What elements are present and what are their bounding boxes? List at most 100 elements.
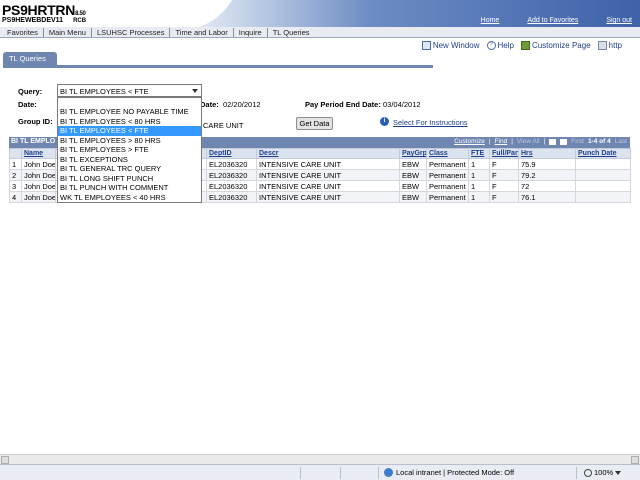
dropdown-option[interactable]: BI TL EMPLOYEES > FTE: [58, 145, 201, 155]
help-label: Help: [497, 41, 514, 50]
col-header-rownum: [9, 148, 22, 159]
cell-fte: 1: [468, 191, 490, 203]
http-icon: [597, 41, 607, 50]
db-name-text: PS9HEWEBDEV11: [2, 17, 64, 24]
page-toolbar: New Window ? Help Customize Page http: [421, 41, 622, 50]
grid-customize-link[interactable]: Customize: [454, 138, 485, 145]
cell-fullpart: F: [489, 180, 519, 192]
download-icon[interactable]: [549, 138, 557, 145]
help-link[interactable]: ? Help: [486, 41, 514, 50]
breadcrumb: Favorites Main Menu LSUHSC Processes Tim…: [0, 27, 640, 38]
cell-hrs: 79.2: [518, 169, 576, 181]
customize-icon: [520, 41, 530, 50]
menu-time-and-labor[interactable]: Time and Labor: [170, 27, 234, 37]
horizontal-scrollbar[interactable]: [0, 454, 640, 464]
cell-deptid: EL2036320: [206, 191, 257, 203]
dropdown-option[interactable]: BI TL PUNCH WITH COMMENT: [58, 183, 201, 193]
grid-find-link[interactable]: Find: [495, 138, 508, 145]
cell-fullpart: F: [489, 158, 519, 170]
cell-class: Permanent: [426, 191, 469, 203]
cell-name: John Doe: [21, 158, 56, 170]
grid-view-all-link[interactable]: View All: [517, 138, 540, 145]
scroll-right-icon[interactable]: [631, 456, 639, 464]
col-header-punch-date[interactable]: Punch Date: [575, 148, 631, 159]
grid-view-icon[interactable]: [560, 138, 568, 145]
menu-tl-queries[interactable]: TL Queries: [268, 28, 315, 37]
chevron-down-icon[interactable]: [192, 89, 198, 93]
cell-name: John Doe: [21, 180, 56, 192]
chevron-down-icon: [615, 470, 622, 475]
dropdown-option[interactable]: BI TL LONG SHIFT PUNCH: [58, 174, 201, 184]
cell-deptid: EL2036320: [206, 180, 257, 192]
security-zone[interactable]: Local intranet | Protected Mode: Off: [384, 468, 514, 477]
grid-row-range: 1-4 of 4: [587, 138, 611, 145]
query-select[interactable]: BI TL EMPLOYEES < FTE: [57, 84, 202, 97]
customize-page-link[interactable]: Customize Page: [520, 41, 591, 50]
begin-date-label: Date:: [200, 100, 219, 109]
col-header-class[interactable]: Class: [426, 148, 469, 159]
col-header-paygrp[interactable]: PayGrp: [399, 148, 427, 159]
cell-paygrp: EBW: [399, 180, 427, 192]
new-window-link[interactable]: New Window: [421, 41, 480, 50]
home-link[interactable]: Home: [481, 17, 500, 24]
begin-date-value: 02/20/2012: [223, 100, 261, 109]
sign-out-link[interactable]: Sign out: [606, 17, 632, 24]
col-header-name[interactable]: Name: [21, 148, 56, 159]
zoom-icon: [584, 468, 592, 477]
grid-last-link[interactable]: Last: [615, 138, 627, 145]
date-label: Date:: [18, 100, 37, 109]
dropdown-option[interactable]: BI TL EMPLOYEES > 80 HRS: [58, 136, 201, 146]
col-header-descr[interactable]: Descr: [256, 148, 400, 159]
cell-name: John Doe: [21, 169, 56, 181]
col-header-fte[interactable]: FTE: [468, 148, 490, 159]
query-dropdown-list: BI TL EMPLOYEE NO PAYABLE TIME BI TL EMP…: [57, 97, 202, 203]
new-window-icon: [421, 41, 431, 50]
menu-inquire[interactable]: Inquire: [234, 27, 268, 37]
user-id: RCB: [73, 18, 87, 24]
menu-main-menu[interactable]: Main Menu: [44, 27, 92, 37]
grid-navigation: Customize | Find | View All | First 1-4 …: [454, 138, 627, 145]
zoom-level: 100%: [594, 468, 614, 477]
dropdown-option[interactable]: BI TL EXCEPTIONS: [58, 155, 201, 165]
grid-first-link[interactable]: First: [571, 138, 584, 145]
cell-rownum: 1: [9, 158, 22, 170]
query-label: Query:: [18, 87, 43, 96]
dropdown-option[interactable]: BI TL EMPLOYEE NO PAYABLE TIME: [58, 107, 201, 117]
cell-deptid: EL2036320: [206, 169, 257, 181]
dropdown-option[interactable]: BI TL GENERAL TRC QUERY: [58, 164, 201, 174]
cell-fullpart: F: [489, 191, 519, 203]
dropdown-option-selected[interactable]: BI TL EMPLOYEES < FTE: [58, 126, 201, 136]
cell-deptid: EL2036320: [206, 158, 257, 170]
tab-tl-queries[interactable]: TL Queries: [3, 52, 57, 65]
scroll-left-icon[interactable]: [1, 456, 9, 464]
cell-punch-date: [575, 169, 631, 181]
menu-favorites[interactable]: Favorites: [2, 27, 44, 37]
col-header-deptid[interactable]: DeptID: [206, 148, 257, 159]
status-divider: [378, 467, 379, 479]
add-to-favorites-link[interactable]: Add to Favorites: [527, 17, 578, 24]
cell-rownum: 4: [9, 191, 22, 203]
help-icon: ?: [486, 41, 496, 50]
cell-descr: INTENSIVE CARE UNIT: [256, 180, 400, 192]
header-links: Home Add to Favorites Sign out: [481, 17, 632, 24]
col-header-fullpart[interactable]: Full/Part: [489, 148, 519, 159]
select-for-instructions-link[interactable]: Select For Instructions: [393, 118, 468, 127]
globe-icon: [384, 468, 393, 477]
database-name: PS9HEWEBDEV11 RCB: [2, 17, 86, 24]
info-icon[interactable]: i: [380, 117, 389, 126]
cell-name: John Doe: [21, 191, 56, 203]
cell-paygrp: EBW: [399, 191, 427, 203]
menu-lsuhsc-processes[interactable]: LSUHSC Processes: [92, 27, 171, 37]
app-title: PS9HRTRN8.50: [2, 2, 86, 18]
dropdown-option[interactable]: BI TL EMPLOYEES < 80 HRS: [58, 117, 201, 127]
zoom-control[interactable]: 100%: [584, 468, 622, 477]
cell-fte: 1: [468, 180, 490, 192]
grid-title: BI TL EMPLO: [11, 138, 56, 145]
col-header-hrs[interactable]: Hrs: [518, 148, 576, 159]
http-link[interactable]: http: [597, 41, 622, 50]
browser-status-bar: Local intranet | Protected Mode: Off 100…: [0, 464, 640, 480]
get-data-button[interactable]: Get Data: [296, 117, 333, 130]
cell-rownum: 3: [9, 180, 22, 192]
cell-class: Permanent: [426, 158, 469, 170]
dropdown-option[interactable]: WK TL EMPLOYEES < 40 HRS: [58, 193, 201, 203]
